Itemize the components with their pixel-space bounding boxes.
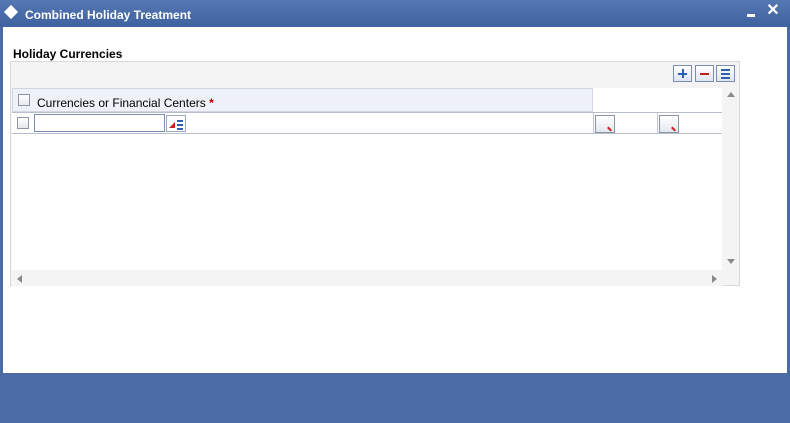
lov-list-line	[177, 124, 183, 126]
column-separator	[593, 113, 594, 133]
scroll-right-icon[interactable]	[712, 275, 717, 283]
dialog-window: Combined Holiday Treatment ✕ Holiday Cur…	[0, 0, 790, 423]
column-header-currencies: Currencies or Financial Centers *	[37, 96, 214, 110]
list-icon-line	[721, 69, 730, 71]
currency-input[interactable]	[34, 114, 165, 132]
list-icon-line	[721, 77, 730, 79]
column-separator	[657, 113, 658, 133]
close-icon[interactable]: ✕	[765, 2, 781, 20]
grid-body: Currencies or Financial Centers *	[12, 88, 722, 270]
scroll-down-icon[interactable]	[727, 259, 735, 264]
subscreen-icon-button[interactable]	[595, 115, 615, 133]
select-all-checkbox[interactable]	[18, 94, 30, 106]
horizontal-scrollbar[interactable]	[12, 271, 723, 286]
vertical-scrollbar[interactable]	[723, 87, 739, 270]
grid-header-row: Currencies or Financial Centers *	[12, 88, 593, 112]
window-title: Combined Holiday Treatment	[25, 8, 192, 22]
add-row-button[interactable]	[673, 65, 692, 82]
required-marker: *	[209, 96, 214, 110]
lov-list-line	[177, 128, 183, 130]
scroll-up-icon[interactable]	[727, 92, 735, 97]
window-diamond-icon	[3, 4, 19, 20]
lov-search-button[interactable]	[166, 115, 186, 132]
lov-list-line	[177, 120, 183, 122]
minimize-icon[interactable]	[744, 6, 758, 20]
table-row	[12, 113, 722, 134]
list-icon-line	[721, 73, 730, 75]
scroll-left-icon[interactable]	[17, 275, 22, 283]
subscreen-icon-button[interactable]	[659, 115, 679, 133]
single-record-view-button[interactable]	[716, 65, 735, 82]
lov-arrow-icon	[169, 122, 175, 128]
title-bar: Combined Holiday Treatment ✕	[0, 0, 790, 27]
column-header-label: Currencies or Financial Centers	[37, 96, 206, 110]
dialog-footer	[3, 374, 787, 420]
holiday-currencies-grid: Currencies or Financial Centers *	[10, 61, 740, 286]
delete-row-button[interactable]	[695, 65, 714, 82]
dialog-content: Holiday Currencies Currencies or Financi…	[3, 27, 787, 373]
section-title: Holiday Currencies	[13, 47, 123, 61]
row-select-checkbox[interactable]	[17, 117, 29, 129]
